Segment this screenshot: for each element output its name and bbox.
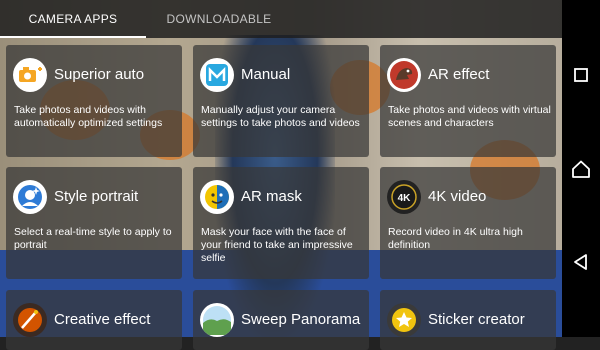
letter-m-icon <box>200 58 234 92</box>
square-icon <box>574 68 588 82</box>
back-triangle-icon <box>574 254 587 270</box>
app-description: Take photos and videos with automaticall… <box>14 104 163 129</box>
app-card-sweep-panorama[interactable]: Sweep Panorama <box>193 290 369 350</box>
app-title: Manual <box>241 66 291 83</box>
home-icon <box>572 160 590 178</box>
app-description: Take photos and videos with virtual scen… <box>388 104 551 129</box>
app-card-4k-video[interactable]: 4K 4K video Record video in 4K ultra hig… <box>380 167 556 279</box>
app-description: Record video in 4K ultra high definition <box>388 226 523 251</box>
4k-icon: 4K <box>387 180 421 214</box>
panorama-landscape-icon <box>200 303 234 337</box>
app-title: AR mask <box>241 188 302 205</box>
app-card-ar-effect[interactable]: AR effect Take photos and videos with vi… <box>380 45 556 157</box>
camera-plus-icon <box>13 58 47 92</box>
app-card-ar-mask[interactable]: AR mask Mask your face with the face of … <box>193 167 369 279</box>
app-title: Sticker creator <box>428 311 525 328</box>
app-description: Manually adjust your camera settings to … <box>201 104 360 129</box>
svg-text:4K: 4K <box>398 193 412 204</box>
app-title: Style portrait <box>54 188 139 205</box>
app-title: Creative effect <box>54 311 151 328</box>
tab-downloadable[interactable]: DOWNLOADABLE <box>146 0 292 38</box>
tab-camera-apps[interactable]: CAMERA APPS <box>0 0 146 38</box>
app-card-sticker-creator[interactable]: Sticker creator <box>380 290 556 350</box>
app-card-style-portrait[interactable]: Style portrait Select a real-time style … <box>6 167 182 279</box>
app-description: Select a real-time style to apply to por… <box>14 226 172 251</box>
app-title: AR effect <box>428 66 490 83</box>
app-title: Superior auto <box>54 66 145 83</box>
app-description: Mask your face with the face of your fri… <box>201 226 353 264</box>
recents-button[interactable] <box>562 56 600 94</box>
back-button[interactable] <box>562 243 600 281</box>
app-card-manual[interactable]: Manual Manually adjust your camera setti… <box>193 45 369 157</box>
home-button[interactable] <box>562 150 600 188</box>
dinosaur-icon <box>387 58 421 92</box>
app-title: 4K video <box>428 188 487 205</box>
tab-bar: CAMERA APPS DOWNLOADABLE <box>0 0 562 38</box>
active-tab-indicator <box>0 36 146 38</box>
creative-effect-icon <box>13 303 47 337</box>
portrait-face-icon <box>13 180 47 214</box>
app-title: Sweep Panorama <box>241 311 361 328</box>
navigation-bar <box>562 0 600 337</box>
app-card-superior-auto[interactable]: Superior auto Take photos and videos wit… <box>6 45 182 157</box>
mask-face-icon <box>200 180 234 214</box>
app-card-creative-effect[interactable]: Creative effect <box>6 290 182 350</box>
star-sticker-icon <box>387 303 421 337</box>
